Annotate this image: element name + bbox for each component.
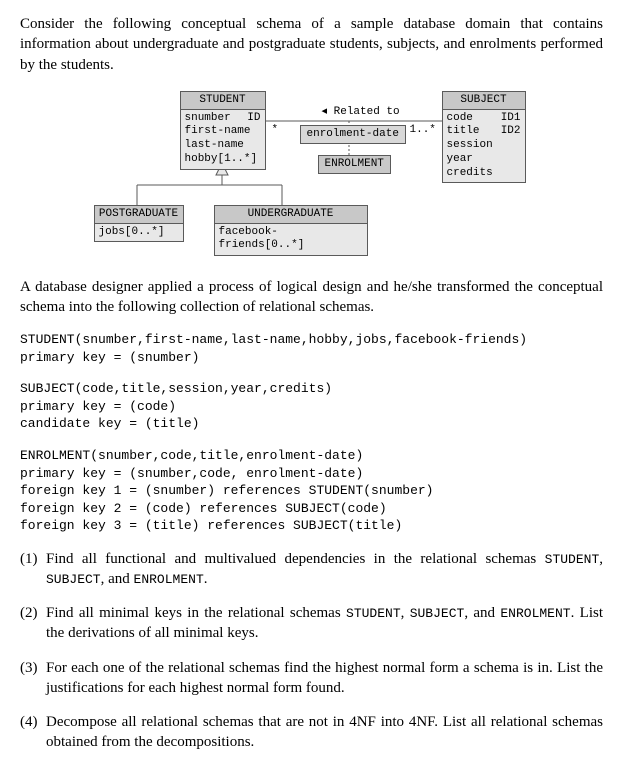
schema-student: STUDENT(snumber,first-name,last-name,hob… (20, 331, 603, 366)
assoc-class-label: ENROLMENT (318, 155, 391, 174)
entity-student-title: STUDENT (181, 92, 265, 110)
intro-paragraph-1: Consider the following conceptual schema… (20, 14, 603, 75)
student-attr-firstname: first-name (185, 125, 261, 139)
question-3: (3) For each one of the relational schem… (20, 658, 603, 699)
relation-label: ◂ Related to (322, 105, 400, 120)
entity-subject: SUBJECT code ID1 title ID2 session year cr… (442, 91, 526, 184)
question-3-num: (3) (20, 658, 46, 699)
student-attr-snumber: snumber (185, 112, 231, 124)
question-4: (4) Decompose all relational schemas tha… (20, 712, 603, 753)
mult-left: * (272, 123, 279, 138)
entity-postgrad: POSTGRADUATE jobs[0..*] (94, 205, 184, 243)
questions: (1) Find all functional and multivalued … (20, 549, 603, 753)
entity-undergrad: UNDERGRADUATE facebook-friends[0..*] (214, 205, 368, 256)
student-attr-lastname: last-name (185, 139, 261, 153)
schema-enrolment: ENROLMENT(snumber,code,title,enrolment-d… (20, 447, 603, 535)
entity-student: STUDENT snumber ID first-name last-name h… (180, 91, 266, 170)
student-id: ID (247, 112, 260, 126)
postgrad-attr-jobs: jobs[0..*] (99, 226, 179, 240)
student-attr-hobby: hobby[1..*] (185, 153, 261, 167)
subject-attr-session: session (447, 139, 521, 153)
undergrad-attr-fbfriends: facebook-friends[0..*] (219, 226, 363, 254)
intro-paragraph-2: A database designer applied a process of… (20, 277, 603, 318)
subject-attr-year: year (447, 153, 521, 167)
subject-attr-title: title (447, 125, 480, 137)
question-3-text: For each one of the relational schemas f… (46, 658, 603, 699)
er-diagram: STUDENT snumber ID first-name last-name h… (82, 89, 542, 259)
question-1: (1) Find all functional and multivalued … (20, 549, 603, 590)
question-2: (2) Find all minimal keys in the relatio… (20, 603, 603, 644)
mult-right: 1..* (410, 123, 436, 138)
subject-attr-code: code (447, 112, 473, 124)
subject-attr-credits: credits (447, 167, 521, 181)
entity-subject-title: SUBJECT (443, 92, 525, 110)
question-1-num: (1) (20, 549, 46, 590)
question-4-text: Decompose all relational schemas that ar… (46, 712, 603, 753)
subject-id1: ID1 (501, 112, 521, 126)
assoc-attr-box: enrolment-date (300, 125, 406, 144)
question-2-text: Find all minimal keys in the relational … (46, 603, 603, 644)
entity-postgrad-title: POSTGRADUATE (95, 206, 183, 224)
entity-undergrad-title: UNDERGRADUATE (215, 206, 367, 224)
question-2-num: (2) (20, 603, 46, 644)
question-1-text: Find all functional and multivalued depe… (46, 549, 603, 590)
question-4-num: (4) (20, 712, 46, 753)
subject-id2: ID2 (501, 125, 521, 139)
schema-subject: SUBJECT(code,title,session,year,credits)… (20, 380, 603, 433)
